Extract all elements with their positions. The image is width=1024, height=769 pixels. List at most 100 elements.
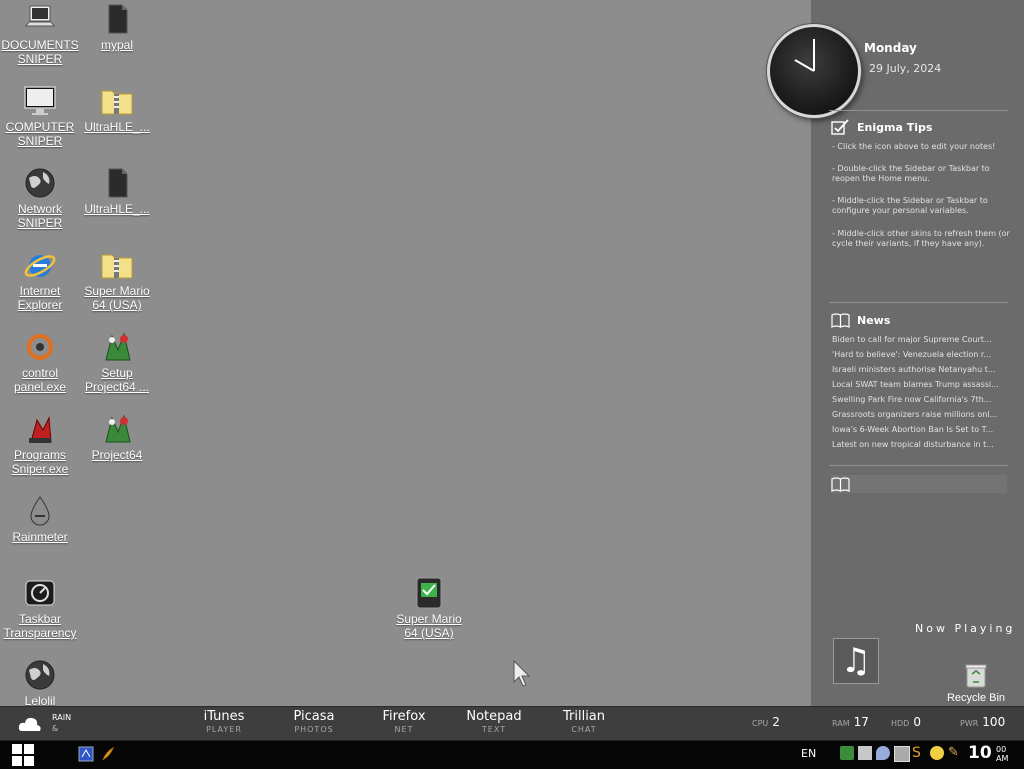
tip-item: - Click the icon above to edit your note… [832,142,996,151]
desktop-icon-label: Network SNIPER [17,202,63,230]
divider [829,302,1008,303]
taskbar-app-icon[interactable] [78,746,94,762]
weather-cloud-icon[interactable] [18,713,42,733]
analog-clock [767,24,861,118]
laptop-icon [23,2,57,36]
rom-file-icon [412,576,446,610]
desktop-icon[interactable]: Super Mario 64 (USA) [389,576,469,640]
notes-checkbox-icon[interactable] [831,119,850,135]
notes-header[interactable] [831,475,1007,493]
rainmeter-icon [23,494,57,528]
desktop-icon-label: Super Mario 64 (USA) [84,284,150,312]
dock-launcher-title: Trillian [562,709,606,724]
desktop-icon-label: Project64 [91,448,143,462]
desktop-icon-label: mypal [100,38,133,52]
desktop-icon[interactable]: Programs Sniper.exe [0,412,80,476]
network-tray-icon[interactable] [840,746,854,760]
desktop-icon[interactable]: control panel.exe [0,330,80,394]
desktop-icon[interactable]: UltraHLE_... [77,84,157,134]
news-title: News [857,313,891,327]
desktop-icon[interactable]: DOCUMENTS SNIPER [0,2,80,66]
divider [829,110,1008,111]
dock-launcher-itunes[interactable]: iTunes PLAYER [188,709,260,735]
desktop-icon-label: UltraHLE_... [84,202,150,216]
system-stat-pwr: PWR 100 [960,715,1005,729]
sidebar-day: Monday [864,41,917,55]
dock-launcher-subtitle: PHOTOS [294,725,334,734]
news-item[interactable]: Israeli ministers authorise Netanyahu t.… [832,365,1008,375]
desktop-icon-label: control panel.exe [13,366,67,394]
droplet-tray-icon[interactable] [876,746,890,760]
taskbar-quill-icon[interactable] [100,746,116,762]
dock-launcher-firefox[interactable]: Firefox NET [368,709,440,735]
desktop-icon-label: Programs Sniper.exe [11,448,69,476]
tip-item: - Middle-click the Sidebar or Taskbar to… [832,196,988,215]
weather-sub: & [52,724,59,733]
start-button[interactable] [0,741,46,769]
dock-launcher-title: Picasa [293,709,335,724]
stat-label: PWR [960,719,979,728]
wand-tray-icon[interactable]: ✎ [948,746,962,760]
desktop-icon[interactable]: UltraHLE_... [77,166,157,216]
news-item[interactable]: Local SWAT team blames Trump assassi... [832,380,1008,390]
smiley-tray-icon[interactable] [930,746,944,760]
desktop-icon-label: Setup Project64 ... [84,366,150,394]
recycle-bin[interactable]: Recycle Bin [944,662,1008,704]
globe-icon [23,658,57,692]
stat-label: HDD [891,719,910,728]
black-document-icon [100,166,134,200]
stat-value: 2 [772,715,780,729]
control-panel-icon [23,330,57,364]
recycle-bin-icon [965,664,987,688]
news-item[interactable]: Iowa's 6-Week Abortion Ban Is Set to T..… [832,425,1008,435]
news-header[interactable]: News [831,312,890,328]
desktop-icon[interactable]: Super Mario 64 (USA) [77,248,157,312]
news-item[interactable]: Latest on new tropical disturbance in t.… [832,440,1008,450]
news-item[interactable]: 'Hard to believe': Venezuela election r.… [832,350,1008,360]
language-indicator[interactable]: EN [801,747,816,760]
taskbar-transparency-icon [23,576,57,610]
taskbar: EN S ✎ 10 00 AM [0,740,1024,769]
desktop-icon[interactable]: Setup Project64 ... [77,330,157,394]
internet-explorer-icon [23,248,57,282]
clock-minutes: 00 [996,745,1007,754]
desktop-icon-label: UltraHLE_... [84,120,150,134]
news-item[interactable]: Biden to call for major Supreme Court... [832,335,1008,345]
desktop-icon[interactable]: Internet Explorer [0,248,80,312]
dock-launcher-title: iTunes [203,709,245,724]
desktop-icon[interactable]: Rainmeter [0,494,80,544]
s-tray-icon[interactable]: S [912,746,926,760]
recycle-bin-label: Recycle Bin [946,692,1006,704]
dock-bar: RAIN & iTunes PLAYER Picasa PHOTOS Firefox NE… [0,706,1024,741]
news-item[interactable]: Swelling Park Fire now California's 7th.… [832,395,1008,405]
desktop-icon[interactable]: Network SNIPER [0,166,80,230]
desktop-icon-label: Super Mario 64 (USA) [396,612,462,640]
desktop-icon[interactable]: Taskbar Transparency [0,576,80,640]
dock-launcher-title: Firefox [382,709,426,724]
taskbar-clock[interactable]: 10 00 AM [968,743,1008,763]
mouse-cursor-icon [513,660,531,687]
dock-launcher-subtitle: CHAT [571,725,597,734]
clock-hour-hand [794,59,815,72]
stat-value: 17 [853,715,869,729]
music-note-icon[interactable]: ♫ [833,638,879,684]
monitor-tray-icon[interactable] [858,746,872,760]
desktop-icon[interactable]: Lelolil [0,658,80,708]
desktop-icon[interactable]: COMPUTER SNIPER [0,84,80,148]
project64-icon [100,412,134,446]
tips-header[interactable]: Enigma Tips [831,119,932,135]
dock-launcher-subtitle: TEXT [481,725,507,734]
dock-launcher-trillian[interactable]: Trillian CHAT [548,709,620,735]
desktop-icon[interactable]: Project64 [77,412,157,462]
now-playing-title: Now Playing [915,622,1016,635]
dock-launcher-notepad[interactable]: Notepad TEXT [458,709,530,735]
news-item[interactable]: Grassroots organizers raise millions onl… [832,410,1008,420]
desktop-icon-label: Internet Explorer [17,284,63,312]
dock-launcher-picasa[interactable]: Picasa PHOTOS [278,709,350,735]
project64-icon [100,330,134,364]
book-icon [831,313,850,328]
desktop-icon[interactable]: mypal [77,2,157,52]
device-tray-icon[interactable] [894,746,910,762]
tips-title: Enigma Tips [857,120,933,134]
book-icon [831,477,850,492]
